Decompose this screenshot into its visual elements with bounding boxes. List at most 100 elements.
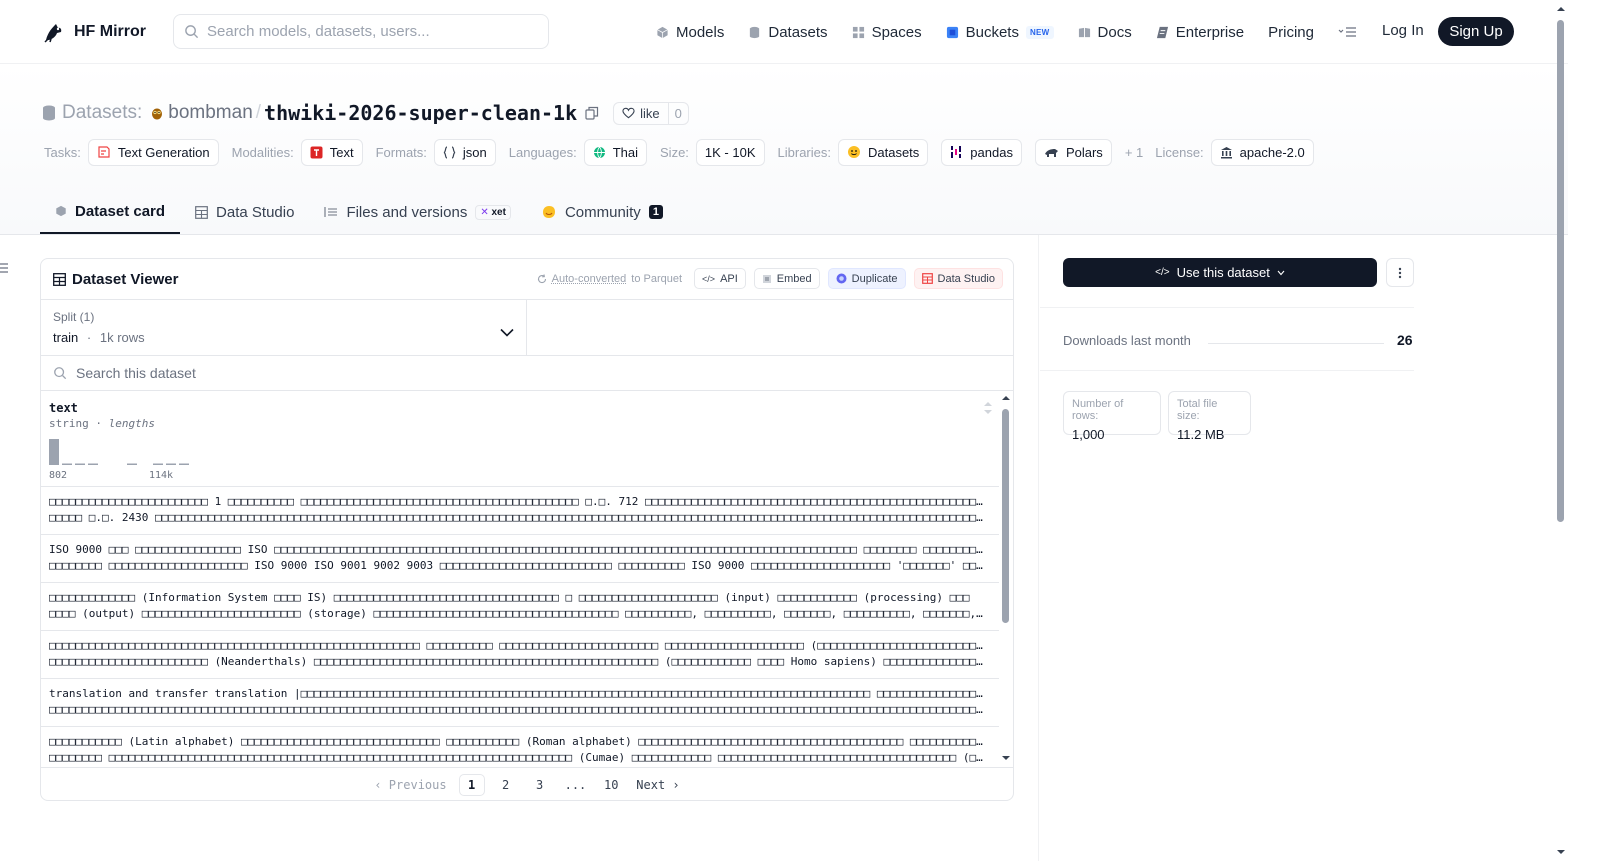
tag-license[interactable]: apache-2.0 <box>1210 138 1314 166</box>
tag-lib-pandas[interactable]: pandas <box>941 138 1022 166</box>
dataset-owner[interactable]: bombman <box>168 102 253 124</box>
length-histogram[interactable] <box>49 439 189 467</box>
tag-lib-polars[interactable]: Polars <box>1034 138 1112 166</box>
viewer-scrollbar[interactable] <box>999 391 1013 767</box>
sort-icon[interactable] <box>983 401 993 415</box>
scroll-down-icon[interactable] <box>999 753 1013 763</box>
tag-language-label: Thai <box>612 144 639 160</box>
nav-spaces[interactable]: Spaces <box>852 24 922 41</box>
sidebar-toggle-icon[interactable] <box>0 262 10 274</box>
heart-icon <box>622 107 635 119</box>
histogram-max: 114k <box>149 470 174 481</box>
more-libraries[interactable]: + 1 <box>1125 145 1143 160</box>
dataset-search-input[interactable] <box>76 365 676 381</box>
duplicate-icon <box>836 273 847 284</box>
login-link[interactable]: Log In <box>1382 22 1424 39</box>
page-scroll-thumb[interactable] <box>1557 20 1564 522</box>
code-icon: </> <box>1155 267 1170 278</box>
nav-docs[interactable]: Docs <box>1078 24 1132 41</box>
histogram-bar[interactable] <box>127 463 137 466</box>
text-generation-icon <box>98 146 110 158</box>
sidebar-divider <box>1040 307 1414 308</box>
nav-models[interactable]: Models <box>656 24 724 41</box>
community-icon <box>542 206 555 218</box>
global-search-input[interactable] <box>207 23 527 40</box>
tag-lib-datasets[interactable]: Datasets <box>837 138 929 166</box>
nav-datasets[interactable]: Datasets <box>748 24 828 41</box>
tag-task[interactable]: Text Generation <box>87 138 219 166</box>
more-options-button[interactable] <box>1386 258 1414 287</box>
use-dataset-button[interactable]: </> Use this dataset <box>1063 258 1377 287</box>
histogram-bar[interactable] <box>62 463 72 466</box>
cell-text-line: □□□□□□□□□□□□□□□□□□□□□□□□ 1 □□□□□□□□□□ □□… <box>49 495 989 508</box>
dataset-prefix[interactable]: Datasets: <box>62 102 142 124</box>
viewer-header: Dataset Viewer Auto-converted to Parquet… <box>41 259 1013 299</box>
search-icon <box>54 367 67 380</box>
table-row[interactable]: □□□□□□□□□□□□□□□□□□□□□□□□ 1 □□□□□□□□□□ □□… <box>41 487 999 535</box>
nav-more-menu[interactable] <box>1338 26 1358 38</box>
dataset-search[interactable] <box>41 355 1013 391</box>
tag-format[interactable]: json <box>433 138 496 166</box>
pager-page-1[interactable]: 1 <box>458 774 485 796</box>
viewer-scroll-thumb[interactable] <box>1002 409 1009 623</box>
xet-label: xet <box>491 206 506 218</box>
scroll-up-icon[interactable] <box>999 393 1013 403</box>
pager-page-10[interactable]: 10 <box>598 774 624 796</box>
split-right-empty <box>527 299 1013 355</box>
global-search[interactable] <box>173 14 549 49</box>
embed-button[interactable]: Embed <box>753 268 820 289</box>
modalities-label: Modalities: <box>231 144 294 160</box>
pager-page-2[interactable]: 2 <box>493 774 519 796</box>
table-row[interactable]: translation and transfer translation |□□… <box>41 679 999 727</box>
tag-size-label: 1K - 10K <box>704 144 756 160</box>
like-action[interactable]: like <box>614 102 669 124</box>
cell-text-line: □□□□ (output) □□□□□□□□□□□□□□□□□□□□□□□□ (… <box>49 607 989 620</box>
auto-converted-link[interactable]: Auto-converted <box>552 273 627 285</box>
use-dataset-label: Use this dataset <box>1176 265 1270 280</box>
histogram-bar[interactable] <box>166 463 176 466</box>
tag-modality[interactable]: Text <box>300 138 363 166</box>
nav-enterprise[interactable]: Enterprise <box>1156 24 1244 41</box>
tab-community[interactable]: Community 1 <box>526 190 678 234</box>
signup-button[interactable]: Sign Up <box>1438 17 1514 46</box>
duplicate-button[interactable]: Duplicate <box>827 268 906 289</box>
tag-language[interactable]: Thai <box>583 138 648 166</box>
tab-files-versions[interactable]: Files and versions ✕ xet <box>309 190 526 234</box>
tab-data-studio[interactable]: Data Studio <box>180 190 309 234</box>
pager-page-3[interactable]: 3 <box>527 774 553 796</box>
book-icon <box>1078 27 1090 37</box>
histogram-bar[interactable] <box>49 439 59 465</box>
more-vertical-icon <box>1398 267 1402 278</box>
column-header-text[interactable]: text string · lengths 802 114k <box>41 391 999 487</box>
tab-data-studio-label: Data Studio <box>216 203 295 221</box>
table-row[interactable]: ISO 9000 □□□ □□□□□□□□□□□□□□□□ ISO □□□□□□… <box>41 535 999 583</box>
dataset-name[interactable]: thwiki-2026-super-clean-1k <box>264 101 577 125</box>
histogram-bar[interactable] <box>179 463 189 466</box>
nav-pricing[interactable]: Pricing <box>1268 24 1314 41</box>
pager-next[interactable]: Next › <box>632 774 683 796</box>
table-row[interactable]: □□□□□□□□□□□ (Latin alphabet) □□□□□□□□□□□… <box>41 727 999 767</box>
stat-rows-value: 1,000 <box>1072 427 1105 442</box>
auto-converted-note[interactable]: Auto-converted to Parquet <box>537 273 682 285</box>
brand-logo[interactable]: HF Mirror <box>42 20 146 44</box>
nav-buckets[interactable]: Buckets NEW <box>946 24 1054 41</box>
table-row[interactable]: □□□□□□□□□□□□□□□□□□□□□□□□□□□□□□□□□□□□□□□□… <box>41 631 999 679</box>
scroll-down-icon[interactable] <box>1554 847 1568 857</box>
viewer-title: Dataset Viewer <box>53 271 178 288</box>
tag-size[interactable]: 1K - 10K <box>695 138 765 166</box>
data-studio-button[interactable]: Data Studio <box>913 268 1003 289</box>
copy-icon[interactable] <box>585 106 599 120</box>
table-row[interactable]: □□□□□□□□□□□□□ (Information System □□□□ I… <box>41 583 999 631</box>
histogram-bar[interactable] <box>75 463 85 466</box>
histogram-bar[interactable] <box>88 463 98 466</box>
scroll-up-icon[interactable] <box>1554 4 1568 14</box>
page-scrollbar[interactable] <box>1554 0 1568 861</box>
api-button[interactable]: </> API <box>694 268 746 289</box>
split-label: Split (1) <box>53 310 95 324</box>
histogram-bar[interactable] <box>153 463 163 466</box>
tab-dataset-card[interactable]: Dataset card <box>40 190 181 234</box>
pager-previous[interactable]: ‹ Previous <box>370 774 450 796</box>
like-button[interactable]: like 0 <box>613 101 689 125</box>
data-studio-label: Data Studio <box>937 272 995 285</box>
split-select[interactable]: Split (1) train · 1k rows <box>41 299 527 355</box>
